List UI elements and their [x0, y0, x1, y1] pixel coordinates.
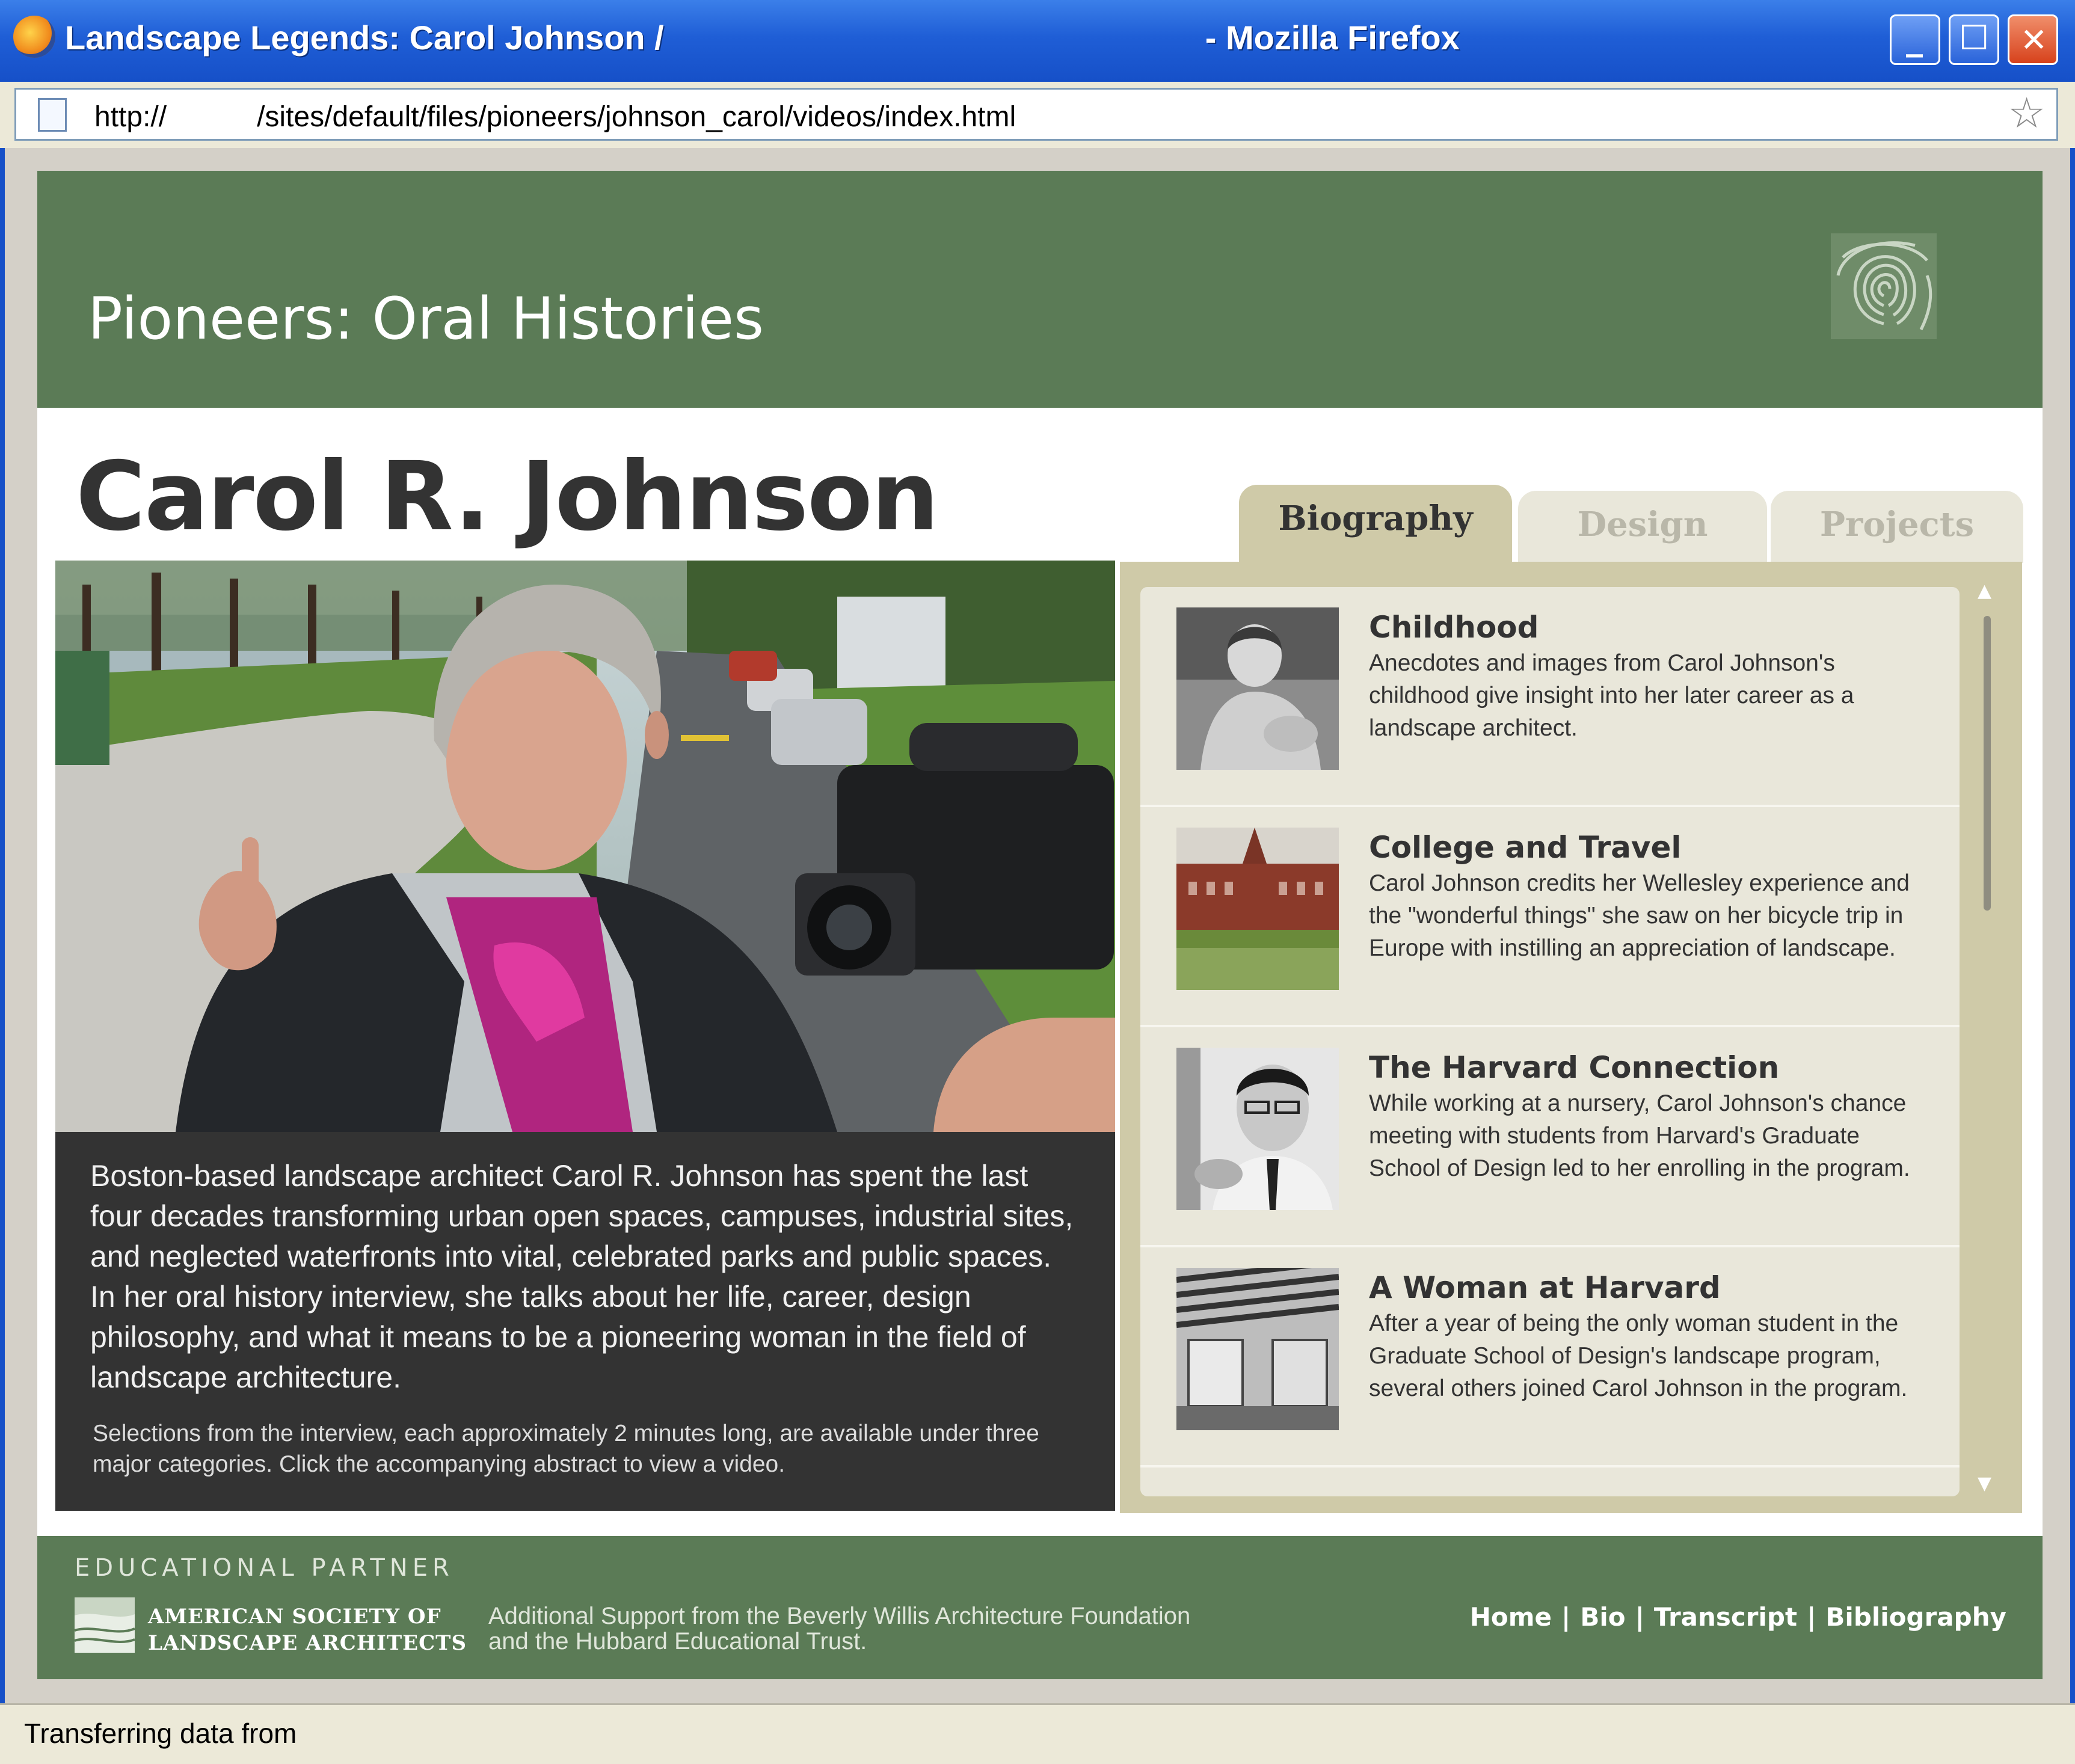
list-item-college-and-travel[interactable]: College and Travel Carol Johnson credits…: [1140, 807, 1960, 1027]
page-header: Pioneers: Oral Histories: [37, 171, 2043, 408]
page-footer: EDUCATIONAL PARTNER AMERICAN SOCIETY OF …: [37, 1536, 2043, 1679]
scroll-up-icon[interactable]: ▲: [1978, 582, 1991, 600]
intro-text: Boston-based landscape architect Carol R…: [90, 1159, 1074, 1394]
scroll-down-icon[interactable]: ▼: [1978, 1475, 1991, 1493]
profile-name: Carol R. Johnson: [76, 441, 939, 552]
item-description: While working at a nursery, Carol Johnso…: [1369, 1090, 1910, 1181]
list-item-childhood[interactable]: Childhood Anecdotes and images from Caro…: [1140, 587, 1960, 807]
url-text[interactable]: http:// /sites/default/files/pioneers/joh…: [94, 100, 1016, 134]
list-item-woman-at-harvard[interactable]: A Woman at Harvard After a year of being…: [1140, 1247, 1960, 1467]
footer-link-bio[interactable]: Bio: [1580, 1602, 1625, 1632]
profile-photo: [55, 561, 1115, 1132]
intro-box: Boston-based landscape architect Carol R…: [55, 1132, 1115, 1511]
tab-biography[interactable]: Biography: [1239, 485, 1512, 563]
video-list: Childhood Anecdotes and images from Caro…: [1140, 587, 1960, 1496]
status-text: Transferring data from: [24, 1718, 297, 1749]
window-border-left: [0, 82, 5, 1764]
thumbnail-college: [1176, 828, 1339, 990]
support-text: Additional Support from the Beverly Will…: [488, 1603, 1191, 1655]
asla-name-line1: AMERICAN SOCIETY OF: [148, 1605, 441, 1629]
thumbnail-harvard-connection: [1176, 1048, 1339, 1210]
item-title: The Harvard Connection: [1369, 1050, 1780, 1085]
item-description: Carol Johnson credits her Wellesley expe…: [1369, 870, 1910, 961]
footer-separator: |: [1807, 1602, 1816, 1632]
item-title: College and Travel: [1369, 830, 1682, 865]
educational-partner-label: EDUCATIONAL PARTNER: [75, 1554, 454, 1582]
footer-nav: Home | Bio | Transcript | Bibliography: [1470, 1602, 2006, 1632]
window-title-right: - Mozilla Firefox: [1205, 19, 1460, 57]
fingerprint-icon: [1831, 233, 1937, 339]
tab-design[interactable]: Design: [1518, 491, 1767, 563]
footer-separator: |: [1561, 1602, 1571, 1632]
thumbnail-woman-at-harvard-image: [1176, 1268, 1339, 1430]
bookmark-star-icon[interactable]: ☆: [2008, 92, 2046, 134]
footer-link-bibliography[interactable]: Bibliography: [1825, 1602, 2006, 1632]
item-description: After a year of being the only woman stu…: [1369, 1311, 1908, 1401]
footer-link-transcript[interactable]: Transcript: [1654, 1602, 1797, 1632]
url-field[interactable]: http:// /sites/default/files/pioneers/joh…: [14, 88, 2058, 141]
tab-projects[interactable]: Projects: [1771, 491, 2023, 563]
window-title: Landscape Legends: Carol Johnson / - Mozi…: [65, 18, 1460, 57]
firefox-icon: [13, 16, 55, 58]
close-icon: ✕: [2020, 21, 2048, 59]
window-title-left: Landscape Legends: Carol Johnson /: [65, 19, 664, 57]
footer-separator: |: [1635, 1602, 1644, 1632]
biography-panel: Childhood Anecdotes and images from Caro…: [1120, 562, 2022, 1513]
page-header-title: Pioneers: Oral Histories: [88, 285, 764, 352]
url-path: /sites/default/files/pioneers/johnson_ca…: [257, 101, 1016, 133]
minimize-icon: _: [1906, 19, 1923, 58]
browser-content: Pioneers: Oral Histories Carol R. Johnso…: [13, 148, 2062, 1703]
window-border-right: [2070, 82, 2075, 1764]
close-button[interactable]: ✕: [2008, 14, 2058, 65]
list-item-harvard-connection[interactable]: The Harvard Connection While working at …: [1140, 1027, 1960, 1247]
maximize-icon: ☐: [1959, 19, 1990, 58]
page-icon: [38, 98, 67, 132]
item-title: Childhood: [1369, 610, 1539, 645]
thumbnail-childhood: [1176, 607, 1339, 770]
thumbnail-harvard-connection-image: [1176, 1048, 1339, 1210]
item-title: A Woman at Harvard: [1369, 1270, 1721, 1305]
asla-name-line2: LANDSCAPE ARCHITECTS: [148, 1631, 467, 1655]
address-bar: http:// /sites/default/files/pioneers/joh…: [0, 82, 2075, 148]
page: Pioneers: Oral Histories Carol R. Johnso…: [37, 171, 2043, 1679]
asla-logo-icon[interactable]: [75, 1597, 135, 1653]
intro-note: Selections from the interview, each appr…: [93, 1421, 1039, 1477]
thumbnail-woman-at-harvard: [1176, 1268, 1339, 1430]
asla-name[interactable]: AMERICAN SOCIETY OF LANDSCAPE ARCHITECTS: [148, 1603, 467, 1656]
footer-link-home[interactable]: Home: [1470, 1602, 1552, 1632]
thumbnail-college-image: [1176, 828, 1339, 990]
window-titlebar[interactable]: Landscape Legends: Carol Johnson / - Mozi…: [0, 0, 2075, 82]
thumbnail-childhood-image: [1176, 607, 1339, 770]
minimize-button[interactable]: _: [1890, 14, 1940, 65]
maximize-button[interactable]: ☐: [1949, 14, 1999, 65]
url-scheme: http://: [94, 101, 167, 133]
scrollbar-thumb[interactable]: [1984, 616, 1991, 911]
status-bar: Transferring data from: [0, 1703, 2075, 1764]
profile-photo-image: [55, 561, 1115, 1132]
item-description: Anecdotes and images from Carol Johnson'…: [1369, 650, 1854, 741]
